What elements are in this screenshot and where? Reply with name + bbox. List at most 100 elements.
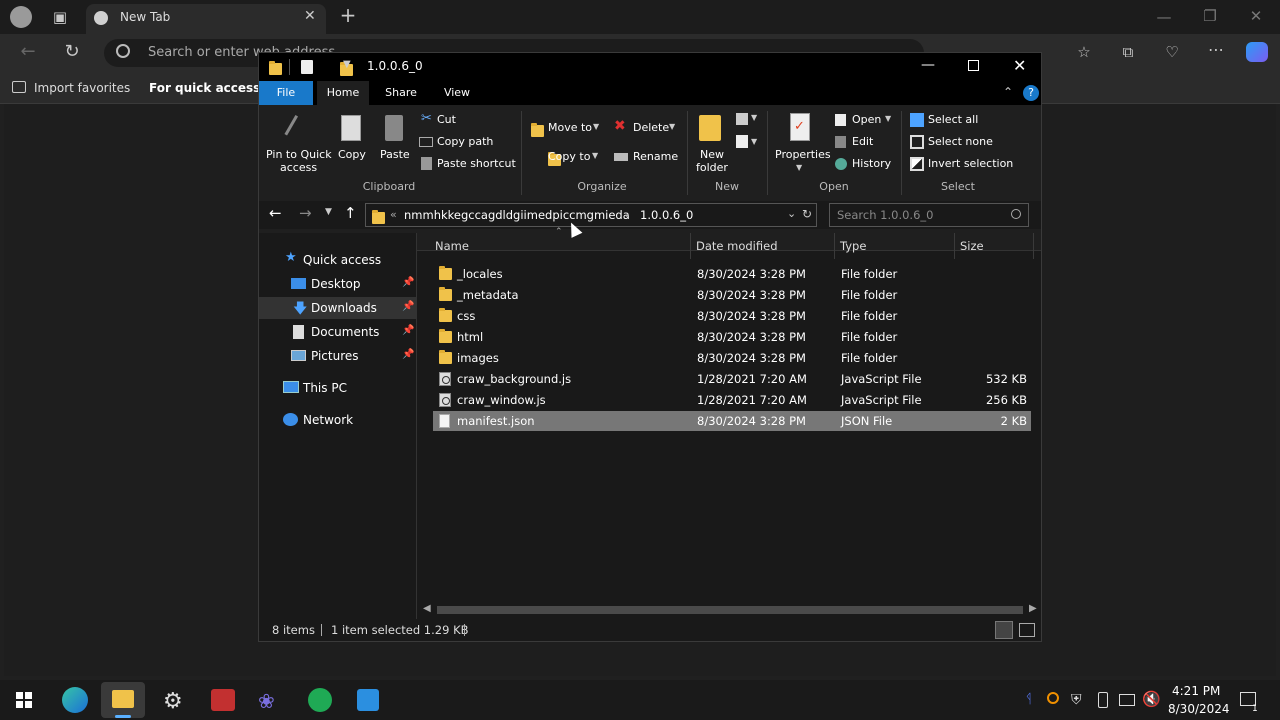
- nav-downloads[interactable]: Downloads: [311, 297, 377, 319]
- profile-avatar[interactable]: [10, 6, 32, 28]
- search-tray-icon[interactable]: [1047, 692, 1059, 704]
- column-divider[interactable]: [1033, 233, 1034, 259]
- delete-dropdown-icon[interactable]: ▼: [669, 122, 675, 131]
- paste-button[interactable]: Paste: [380, 148, 410, 161]
- paste-shortcut-button[interactable]: Paste shortcut: [437, 157, 516, 170]
- scroll-left-icon[interactable]: ◀: [423, 603, 431, 614]
- breadcrumb-overflow[interactable]: «: [390, 208, 397, 221]
- delete-button[interactable]: Delete: [633, 121, 669, 134]
- scroll-right-icon[interactable]: ▶: [1029, 603, 1037, 614]
- copilot-icon[interactable]: [1246, 42, 1268, 62]
- column-divider[interactable]: [954, 233, 955, 259]
- properties-check-icon[interactable]: [301, 60, 313, 74]
- nav-network[interactable]: Network: [303, 409, 353, 431]
- clock-date[interactable]: 8/30/2024: [1168, 702, 1230, 716]
- tab-file[interactable]: File: [259, 81, 313, 105]
- invert-selection-button[interactable]: Invert selection: [928, 157, 1013, 170]
- help-icon[interactable]: ?: [1023, 85, 1039, 101]
- tab-home[interactable]: Home: [317, 81, 369, 105]
- column-name-header[interactable]: Name: [435, 239, 469, 253]
- new-tab-plus-icon[interactable]: +: [338, 5, 358, 25]
- move-to-dropdown-icon[interactable]: ▼: [593, 122, 599, 131]
- address-dropdown-icon[interactable]: ⌄: [787, 207, 796, 220]
- rename-button[interactable]: Rename: [633, 150, 678, 163]
- nav-this-pc[interactable]: This PC: [303, 377, 347, 399]
- file-row[interactable]: _metadata 8/30/2024 3:28 PM File folder: [433, 285, 1031, 305]
- large-icons-view-icon[interactable]: [1019, 623, 1035, 637]
- network-tray-icon[interactable]: [1119, 694, 1135, 706]
- minimize-icon[interactable]: —: [921, 57, 935, 73]
- nav-documents[interactable]: Documents: [311, 321, 379, 343]
- collections-icon[interactable]: ⧉: [1118, 44, 1138, 60]
- minimize-browser-icon[interactable]: —: [1154, 9, 1174, 25]
- column-divider[interactable]: [834, 233, 835, 259]
- volume-muted-icon[interactable]: 🔇: [1142, 690, 1161, 708]
- clock-time[interactable]: 4:21 PM: [1172, 684, 1220, 698]
- copy-button[interactable]: Copy: [338, 148, 366, 161]
- column-size-header[interactable]: Size: [960, 239, 984, 253]
- forward-icon[interactable]: →: [299, 204, 312, 222]
- settings-gear-icon[interactable]: ⚙: [163, 689, 183, 714]
- copy-to-dropdown-icon[interactable]: ▼: [592, 151, 598, 160]
- breadcrumb-parent[interactable]: nmmhkkegccagdldgiimedpiccmgmieda: [404, 208, 630, 222]
- up-icon[interactable]: ↑: [344, 204, 357, 222]
- edge-icon[interactable]: [62, 687, 88, 713]
- column-divider[interactable]: [690, 233, 691, 259]
- edit-button[interactable]: Edit: [852, 135, 873, 148]
- file-row[interactable]: _locales 8/30/2024 3:28 PM File folder: [433, 264, 1031, 284]
- details-view-icon[interactable]: [995, 621, 1013, 639]
- nav-quick-access[interactable]: Quick access: [303, 249, 381, 271]
- qat-dropdown-icon[interactable]: ▼: [343, 59, 351, 70]
- file-row[interactable]: html 8/30/2024 3:28 PM File folder: [433, 327, 1031, 347]
- close-window-icon[interactable]: ✕: [1013, 56, 1026, 75]
- breadcrumb-chevron-icon[interactable]: ›: [625, 208, 629, 221]
- nav-desktop[interactable]: Desktop: [311, 273, 361, 295]
- file-row[interactable]: images 8/30/2024 3:28 PM File folder: [433, 348, 1031, 368]
- vscode-icon[interactable]: [357, 689, 379, 711]
- green-app-icon[interactable]: [308, 688, 332, 712]
- history-button[interactable]: History: [852, 157, 891, 170]
- collapse-ribbon-icon[interactable]: ⌃: [1003, 85, 1013, 99]
- search-box[interactable]: Search 1.0.0.6_0: [829, 203, 1029, 227]
- explorer-search-input[interactable]: Search 1.0.0.6_0: [837, 208, 933, 222]
- copy-path-button[interactable]: Copy path: [437, 135, 493, 148]
- file-row[interactable]: css 8/30/2024 3:28 PM File folder: [433, 306, 1031, 326]
- maximize-icon[interactable]: [968, 60, 979, 71]
- easy-access-dropdown-icon[interactable]: ▼: [751, 137, 757, 146]
- select-all-button[interactable]: Select all: [928, 113, 978, 126]
- close-tab-icon[interactable]: ✕: [304, 8, 316, 24]
- pin-to-quick-access-button[interactable]: Pin to Quick: [266, 148, 332, 161]
- nav-pictures[interactable]: Pictures: [311, 345, 359, 367]
- import-favorites-link[interactable]: Import favorites: [34, 81, 130, 95]
- cut-button[interactable]: Cut: [437, 113, 456, 126]
- horizontal-scrollbar[interactable]: ◀ ▶: [419, 603, 1039, 617]
- new-folder-button[interactable]: New: [700, 148, 724, 161]
- breadcrumb-current[interactable]: 1.0.0.6_0: [640, 208, 693, 222]
- breadcrumb[interactable]: « nmmhkkegccagdldgiimedpiccmgmieda › 1.0…: [365, 203, 817, 227]
- refresh-address-icon[interactable]: ↻: [802, 207, 812, 221]
- recent-locations-icon[interactable]: ▼: [325, 207, 332, 217]
- scrollbar-thumb[interactable]: [437, 606, 1023, 614]
- explorer-title-bar[interactable]: ▼ 1.0.0.6_0 — ✕: [259, 53, 1041, 81]
- media-app-icon[interactable]: [211, 689, 235, 711]
- copy-to-button[interactable]: Copy to: [548, 150, 590, 163]
- bird-app-icon[interactable]: ❀: [258, 689, 275, 713]
- open-button[interactable]: Open: [852, 113, 881, 126]
- close-browser-icon[interactable]: ✕: [1246, 8, 1266, 24]
- file-row-selected[interactable]: manifest.json 8/30/2024 3:28 PM JSON Fil…: [433, 411, 1031, 431]
- back-arrow-icon[interactable]: ←: [18, 43, 38, 61]
- tab-view[interactable]: View: [431, 81, 483, 105]
- browser-tab-new-tab[interactable]: New Tab ✕: [86, 4, 326, 34]
- tab-actions-icon[interactable]: ▣: [50, 9, 70, 25]
- sort-chevron-icon[interactable]: ⌃: [555, 227, 563, 237]
- security-shield-icon[interactable]: ⛨: [1071, 692, 1082, 708]
- open-dropdown-icon[interactable]: ▼: [885, 114, 891, 123]
- refresh-icon[interactable]: ↻: [62, 43, 82, 61]
- restore-browser-icon[interactable]: ❐: [1200, 8, 1220, 24]
- more-menu-icon[interactable]: ⋯: [1206, 42, 1226, 58]
- tab-share[interactable]: Share: [375, 81, 427, 105]
- select-none-button[interactable]: Select none: [928, 135, 993, 148]
- browser-essentials-icon[interactable]: ♡: [1162, 44, 1182, 60]
- properties-button[interactable]: Properties: [775, 148, 831, 161]
- favorites-star-icon[interactable]: ☆: [1074, 44, 1094, 60]
